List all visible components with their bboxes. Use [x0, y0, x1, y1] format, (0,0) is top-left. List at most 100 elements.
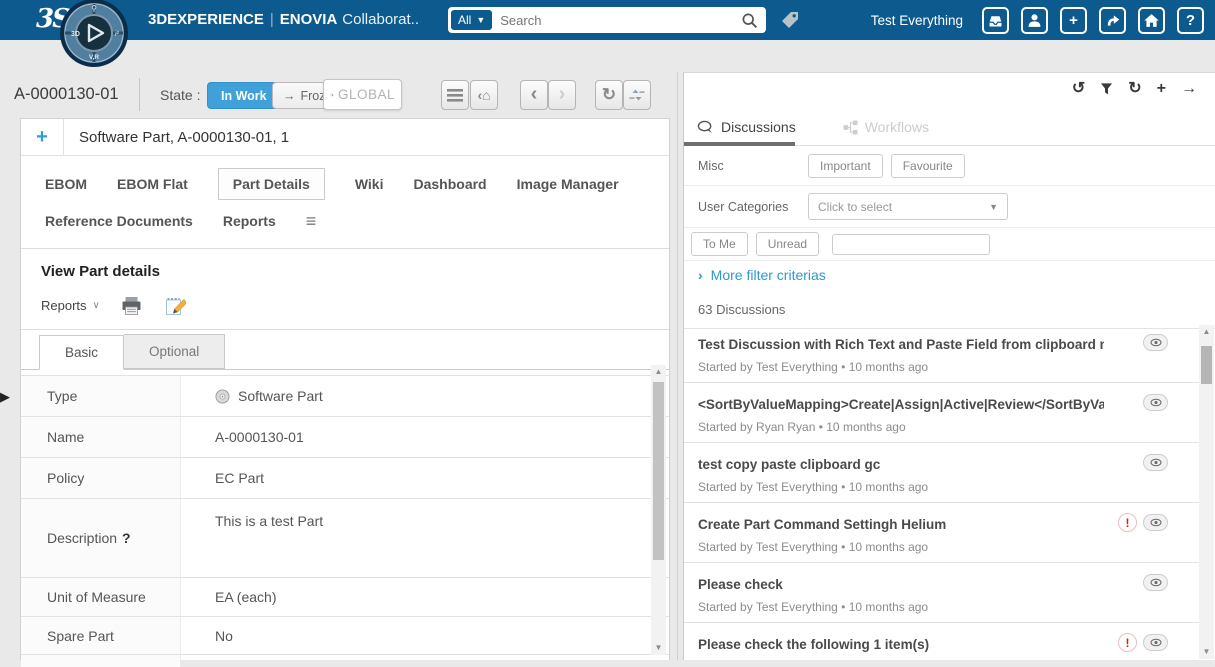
field-value: EA (each) [181, 578, 669, 616]
brand-enovia: ENOVIA [280, 11, 338, 28]
scroll-down-icon[interactable]: ▼ [1203, 645, 1211, 659]
filter-text-input[interactable] [832, 234, 990, 255]
tab-ebom[interactable]: EBOM [45, 176, 87, 192]
collapse-expand-button[interactable] [623, 80, 651, 110]
more-tabs-icon[interactable]: ≡ [306, 212, 317, 230]
important-filter-button[interactable]: Important [808, 154, 883, 178]
state-in-work-button[interactable]: In Work [207, 82, 281, 109]
to-me-filter-button[interactable]: To Me [691, 232, 748, 256]
chevron-right-icon: › [698, 267, 703, 283]
subtab-optional[interactable]: Optional [124, 334, 225, 369]
profile-button[interactable] [1021, 7, 1048, 34]
list-item[interactable]: Please check the following 1 item(s) ! [684, 623, 1199, 660]
scrollbar-thumb[interactable] [1201, 346, 1212, 384]
tab-workflows[interactable]: Workflows [843, 119, 929, 135]
tab-image-manager[interactable]: Image Manager [517, 176, 619, 192]
refresh-icon[interactable]: ↻ [1128, 81, 1141, 97]
table-scrollbar[interactable]: ▲ ▼ [651, 365, 666, 655]
part-details-table: Type Software Part Name A-0000130-01 Pol… [21, 370, 669, 667]
add-button[interactable]: + [1060, 7, 1087, 34]
filter-icon[interactable] [1100, 82, 1113, 96]
tab-dashboard[interactable]: Dashboard [413, 176, 486, 192]
tab-part-details[interactable]: Part Details [218, 168, 325, 200]
subtab-basic[interactable]: Basic [39, 335, 124, 370]
refresh-icon: ↻ [602, 85, 616, 105]
list-item[interactable]: Test Discussion with Rich Text and Paste… [684, 323, 1199, 383]
eye-icon [1150, 338, 1162, 347]
watch-button[interactable] [1143, 574, 1168, 591]
field-label: Description ? [21, 499, 181, 577]
field-value: Software Part [181, 376, 669, 416]
sort-icon [629, 87, 645, 103]
add-icon[interactable]: + [1157, 81, 1166, 97]
important-icon: ! [1118, 513, 1137, 532]
table-row: Type Software Part [21, 375, 669, 417]
next-button[interactable]: › [548, 80, 576, 110]
history-icon[interactable]: ↺ [1072, 81, 1085, 97]
inbox-button[interactable] [982, 7, 1009, 34]
table-row: Name A-0000130-01 [21, 416, 669, 458]
watch-button[interactable] [1143, 334, 1168, 351]
field-label: Policy [21, 458, 181, 498]
print-button[interactable] [120, 295, 143, 317]
help-icon[interactable]: ? [122, 530, 131, 546]
tab-discussions[interactable]: Discussions [697, 119, 796, 135]
tab-ebom-flat[interactable]: EBOM Flat [117, 176, 188, 192]
chevron-right-icon: › [559, 84, 566, 104]
search-icon[interactable] [741, 12, 758, 29]
field-value: This is a test Part [181, 499, 669, 577]
watch-button[interactable] [1143, 454, 1168, 471]
share-button[interactable] [1099, 7, 1126, 34]
previous-button[interactable]: ‹ [520, 80, 548, 110]
list-item[interactable]: <SortByValueMapping>Create|Assign|Active… [684, 383, 1199, 443]
tab-reference-documents[interactable]: Reference Documents [45, 213, 193, 229]
list-item[interactable]: Create Part Command Settingh Helium Star… [684, 503, 1199, 563]
edit-button[interactable] [163, 295, 186, 317]
help-button[interactable]: ? [1177, 7, 1204, 34]
collaboration-space-badge[interactable]: GLOBAL [323, 79, 402, 110]
discussion-title: test copy paste clipboard gc [698, 457, 1104, 472]
unread-filter-button[interactable]: Unread [756, 232, 819, 256]
reports-dropdown[interactable]: Reports ∨ [41, 298, 100, 313]
scroll-up-icon[interactable]: ▲ [655, 365, 663, 379]
watch-button[interactable] [1143, 394, 1168, 411]
eye-icon [1150, 398, 1162, 407]
tab-wiki[interactable]: Wiki [355, 176, 384, 192]
svg-text:i²: i² [115, 31, 120, 38]
table-row: Spare Part No [21, 616, 669, 655]
eye-icon [1150, 518, 1162, 527]
compass-logo[interactable]: 3D V,R ⚲ i² [58, 0, 130, 74]
field-label: Name [21, 417, 181, 457]
watch-button[interactable] [1143, 514, 1168, 531]
scroll-down-icon[interactable]: ▼ [655, 641, 663, 655]
expand-arrow-icon[interactable]: → [1181, 81, 1197, 97]
panel-expand-handle[interactable]: ▶ [0, 389, 10, 405]
field-label: Unit of Measure [21, 578, 181, 616]
search-scope-dropdown[interactable]: All ▼ [451, 10, 492, 30]
panel-divider [677, 72, 678, 660]
side-panel: ↺ ↻ + → Discussions Workflows Misc Impor… [683, 72, 1215, 660]
list-item[interactable]: test copy paste clipboard gc Started by … [684, 443, 1199, 503]
watch-button[interactable] [1143, 634, 1168, 651]
back-home-button[interactable]: ‹⌂ [470, 80, 498, 110]
table-row: Unit of Measure EA (each) [21, 577, 669, 617]
favourite-filter-button[interactable]: Favourite [891, 154, 965, 178]
list-item[interactable]: Please check Started by Test Everything … [684, 563, 1199, 623]
scroll-up-icon[interactable]: ▲ [1203, 325, 1211, 339]
discussions-scrollbar[interactable]: ▲ ▼ [1199, 325, 1214, 659]
tab-reports[interactable]: Reports [223, 213, 276, 229]
part-type-icon [215, 389, 230, 404]
more-filters-link[interactable]: › More filter criterias [684, 261, 1215, 289]
promote-arrow-icon: → [283, 89, 296, 103]
tag-icon[interactable] [779, 9, 801, 31]
menu-button[interactable] [441, 80, 469, 110]
home-button[interactable] [1138, 7, 1165, 34]
user-categories-select[interactable]: Click to select ▼ [808, 193, 1008, 220]
part-panel: + Software Part, A-0000130-01, 1 EBOM EB… [20, 118, 670, 660]
expand-plus-icon[interactable]: + [21, 126, 63, 149]
scrollbar-thumb[interactable] [653, 382, 664, 560]
discussion-meta: Started by Test Everything • 10 months a… [698, 600, 1104, 614]
refresh-button[interactable]: ↻ [595, 80, 623, 110]
chevron-down-icon: ▼ [476, 16, 485, 25]
search-input[interactable] [492, 13, 741, 28]
